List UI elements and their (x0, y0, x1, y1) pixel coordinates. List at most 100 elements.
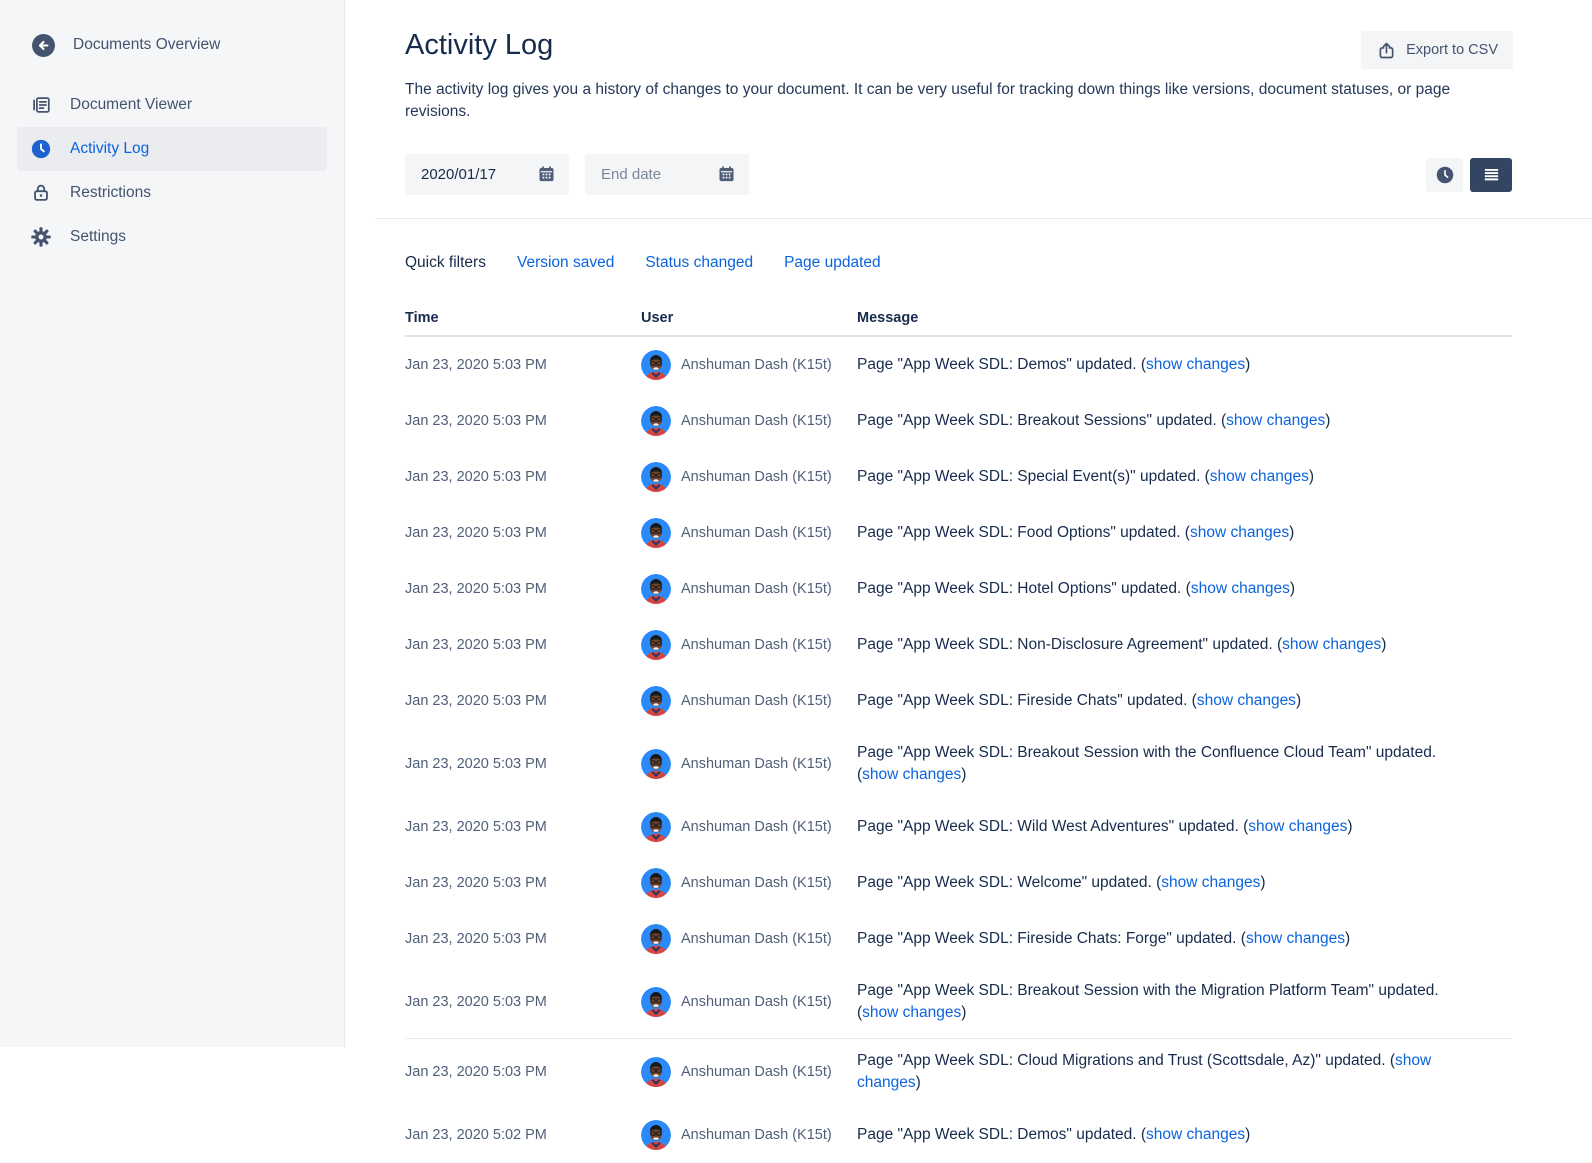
calendar-icon[interactable] (716, 164, 737, 185)
activity-time: Jan 23, 2020 5:02 PM (405, 1127, 641, 1143)
message-suffix: ) (1309, 468, 1314, 485)
user-avatar (641, 987, 671, 1017)
column-header-time: Time (405, 310, 641, 326)
message-suffix: ) (1290, 580, 1295, 597)
list-view-button[interactable] (1470, 158, 1512, 192)
user-avatar (641, 518, 671, 548)
user-avatar (641, 924, 671, 954)
activity-user: Anshuman Dash (K15t) (641, 686, 857, 716)
message-suffix: ) (1381, 636, 1386, 653)
table-row: Jan 23, 2020 5:03 PM (405, 505, 1512, 561)
message-suffix: ) (1296, 692, 1301, 709)
calendar-icon[interactable] (536, 164, 557, 185)
activity-user: Anshuman Dash (K15t) (641, 1120, 857, 1150)
activity-clock-icon (30, 138, 52, 160)
show-changes-link[interactable]: show changes (862, 766, 961, 783)
message-suffix: ) (1245, 1126, 1250, 1143)
activity-user: Anshuman Dash (K15t) (641, 462, 857, 492)
table-row: Jan 23, 2020 5:03 PM (405, 449, 1512, 505)
table-row: Jan 23, 2020 5:03 PM (405, 911, 1512, 967)
show-changes-link[interactable]: show changes (1161, 874, 1260, 891)
sidebar-item-activity-log[interactable]: Activity Log (17, 127, 327, 171)
show-changes-link[interactable]: show changes (1191, 580, 1290, 597)
sidebar-item-settings[interactable]: Settings (17, 215, 327, 259)
back-circle-icon (31, 33, 56, 58)
activity-time: Jan 23, 2020 5:03 PM (405, 525, 641, 541)
user-name: Anshuman Dash (K15t) (681, 693, 832, 709)
filter-page-updated[interactable]: Page updated (784, 254, 881, 272)
user-name: Anshuman Dash (K15t) (681, 994, 832, 1010)
activity-message: Page "App Week SDL: Wild West Adventures… (857, 816, 1477, 838)
activity-user: Anshuman Dash (K15t) (641, 630, 857, 660)
table-header: Time User Message (405, 310, 1512, 337)
activity-user: Anshuman Dash (K15t) (641, 749, 857, 779)
message-suffix: ) (1347, 818, 1352, 835)
lock-icon (30, 182, 52, 204)
message-text: Page "App Week SDL: Demos" updated. ( (857, 1126, 1146, 1143)
list-view-icon (1480, 163, 1503, 186)
page-title: Activity Log (405, 27, 1512, 63)
export-to-csv-button[interactable]: Export to CSV (1361, 31, 1513, 69)
activity-message: Page "App Week SDL: Welcome" updated. (s… (857, 872, 1477, 894)
sidebar-item-label: Activity Log (70, 140, 149, 158)
user-name: Anshuman Dash (K15t) (681, 931, 832, 947)
time-view-button[interactable] (1426, 158, 1463, 192)
end-date-input[interactable] (601, 166, 703, 183)
sidebar-item-label: Settings (70, 228, 126, 246)
user-name: Anshuman Dash (K15t) (681, 581, 832, 597)
user-avatar (641, 630, 671, 660)
filter-version-saved[interactable]: Version saved (517, 254, 614, 272)
table-row: Jan 23, 2020 5:03 PM (405, 617, 1512, 673)
end-date-field[interactable] (585, 154, 749, 195)
section-divider (375, 218, 1592, 219)
user-avatar (641, 574, 671, 604)
activity-message: Page "App Week SDL: Fireside Chats" upda… (857, 690, 1477, 712)
message-text: Page "App Week SDL: Cloud Migrations and… (857, 1052, 1395, 1069)
filter-bar (405, 154, 1512, 195)
quick-filters-label: Quick filters (405, 254, 486, 272)
sidebar-item-documents-overview[interactable]: Documents Overview (0, 23, 344, 67)
table-row: Jan 23, 2020 5:03 PM (405, 393, 1512, 449)
message-text: Page "App Week SDL: Non-Disclosure Agree… (857, 636, 1282, 653)
show-changes-link[interactable]: show changes (1282, 636, 1381, 653)
show-changes-link[interactable]: show changes (1146, 356, 1245, 373)
activity-user: Anshuman Dash (K15t) (641, 1057, 857, 1087)
activity-message: Page "App Week SDL: Demos" updated. (sho… (857, 354, 1477, 376)
sidebar-item-label: Document Viewer (70, 96, 192, 114)
show-changes-link[interactable]: show changes (1226, 412, 1325, 429)
show-changes-link[interactable]: show changes (1197, 692, 1296, 709)
show-changes-link[interactable]: show changes (1210, 468, 1309, 485)
user-avatar (641, 686, 671, 716)
activity-time: Jan 23, 2020 5:03 PM (405, 756, 641, 772)
activity-time: Jan 23, 2020 5:03 PM (405, 693, 641, 709)
activity-time: Jan 23, 2020 5:03 PM (405, 357, 641, 373)
quick-filters: Quick filters Version saved Status chang… (405, 254, 1512, 272)
activity-time: Jan 23, 2020 5:03 PM (405, 413, 641, 429)
activity-user: Anshuman Dash (K15t) (641, 518, 857, 548)
activity-message: Page "App Week SDL: Breakout Session wit… (857, 980, 1477, 1024)
message-text: Page "App Week SDL: Fireside Chats: Forg… (857, 930, 1246, 947)
activity-time: Jan 23, 2020 5:03 PM (405, 469, 641, 485)
show-changes-link[interactable]: show changes (1190, 524, 1289, 541)
message-text: Page "App Week SDL: Welcome" updated. ( (857, 874, 1161, 891)
start-date-input[interactable] (421, 166, 523, 183)
activity-message: Page "App Week SDL: Demos" updated. (sho… (857, 1124, 1477, 1146)
user-avatar (641, 1120, 671, 1150)
user-avatar (641, 462, 671, 492)
user-name: Anshuman Dash (K15t) (681, 525, 832, 541)
show-changes-link[interactable]: show changes (1146, 1126, 1245, 1143)
message-text: Page "App Week SDL: Breakout Sessions" u… (857, 412, 1226, 429)
activity-user: Anshuman Dash (K15t) (641, 350, 857, 380)
activity-message: Page "App Week SDL: Special Event(s)" up… (857, 466, 1477, 488)
message-suffix: ) (961, 1004, 966, 1021)
show-changes-link[interactable]: show changes (1248, 818, 1347, 835)
show-changes-link[interactable]: show changes (862, 1004, 961, 1021)
show-changes-link[interactable]: show changes (1246, 930, 1345, 947)
export-button-label: Export to CSV (1406, 42, 1498, 58)
activity-message: Page "App Week SDL: Fireside Chats: Forg… (857, 928, 1477, 950)
activity-message: Page "App Week SDL: Cloud Migrations and… (857, 1050, 1477, 1094)
sidebar-item-document-viewer[interactable]: Document Viewer (17, 83, 327, 127)
filter-status-changed[interactable]: Status changed (645, 254, 753, 272)
sidebar-item-restrictions[interactable]: Restrictions (17, 171, 327, 215)
start-date-field[interactable] (405, 154, 569, 195)
